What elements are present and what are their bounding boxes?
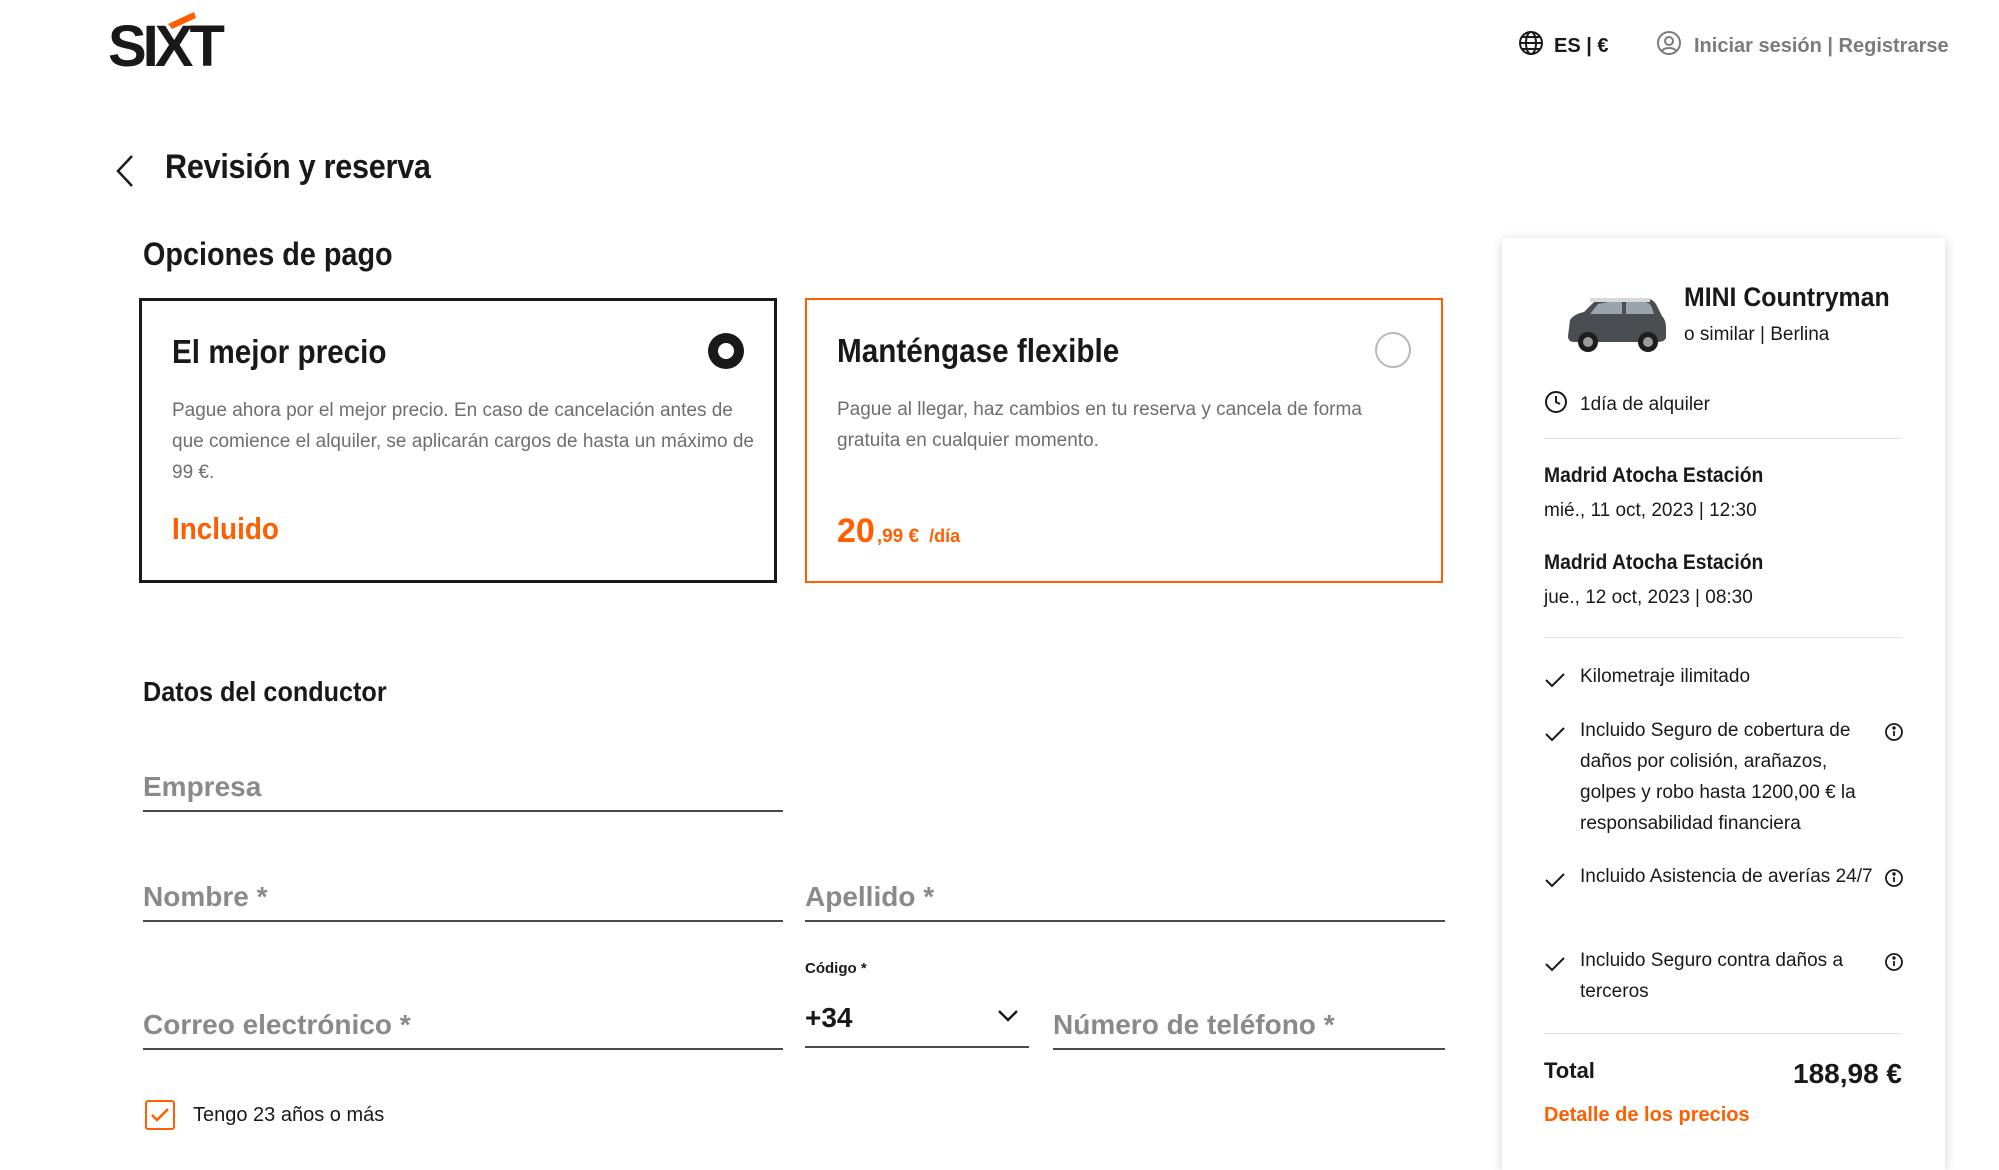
payment-option-title: El mejor precio [172, 333, 387, 370]
login-label: Iniciar sesión | Registrarse [1694, 34, 1949, 57]
flexible-price: 20 ,99 € /día [837, 512, 960, 551]
checkmark-icon [1544, 715, 1580, 839]
rental-duration-label: 1día de alquiler [1580, 394, 1710, 415]
phone-code-label: Código * [805, 960, 867, 977]
language-currency-label: ES | € [1554, 34, 1609, 57]
car-image [1560, 290, 1670, 360]
divider [1544, 637, 1902, 638]
phone-code-value: +34 [805, 1002, 853, 1033]
info-icon[interactable] [1884, 715, 1908, 839]
car-category: o similar | Berlina [1684, 324, 1830, 345]
feature-text: Incluido Seguro contra daños a terceros [1580, 950, 1844, 1002]
back-arrow-icon[interactable] [110, 152, 140, 190]
user-icon [1656, 30, 1682, 62]
price-per-day: /día [929, 526, 961, 546]
return-datetime: jue., 12 oct, 2023 | 08:30 [1544, 587, 1753, 608]
price-integer: 20 [837, 512, 875, 550]
total-value: 188,98 € [1793, 1058, 1902, 1089]
radio-unselected[interactable] [1375, 332, 1411, 368]
company-field[interactable] [143, 752, 783, 812]
feature-item: Kilometraje ilimitado [1544, 661, 1908, 698]
clock-icon [1544, 390, 1568, 420]
payment-options-title: Opciones de pago [143, 236, 393, 272]
radio-selected[interactable] [708, 333, 744, 369]
age-checkbox-label: Tengo 23 años o más [193, 1103, 385, 1126]
divider [1544, 1033, 1902, 1034]
last-name-field[interactable] [805, 862, 1445, 922]
payment-option-title: Manténgase flexible [837, 332, 1120, 369]
svg-text:SIXT: SIXT [108, 14, 224, 74]
booking-summary-panel [1502, 238, 1945, 1170]
info-icon[interactable] [1884, 861, 1908, 898]
login-register-link[interactable]: Iniciar sesión | Registrarse [1656, 30, 1949, 62]
first-name-input[interactable] [143, 862, 783, 918]
first-name-field[interactable] [143, 862, 783, 922]
globe-icon [1518, 30, 1544, 62]
price-details-link[interactable]: Detalle de los precios [1544, 1104, 1750, 1127]
feature-item: Incluido Seguro de cobertura de daños po… [1544, 715, 1908, 839]
divider [1544, 438, 1902, 439]
payment-option-best-price[interactable]: El mejor precio Pague ahora por el mejor… [139, 298, 777, 583]
page-title: Revisión y reserva [165, 148, 431, 186]
pickup-location: Madrid Atocha Estación [1544, 464, 1764, 487]
payment-option-description: Pague al llegar, haz cambios en tu reser… [837, 399, 1362, 451]
payment-option-flexible[interactable]: Manténgase flexible Pague al llegar, haz… [805, 298, 1443, 583]
phone-field[interactable] [1053, 990, 1445, 1050]
checkmark-icon [1544, 861, 1580, 898]
checkmark-icon [1544, 945, 1580, 1007]
payment-option-description: Pague ahora por el mejor precio. En caso… [172, 400, 754, 483]
total-label: Total [1544, 1058, 1595, 1083]
price-decimal: ,99 € [876, 526, 920, 547]
email-field[interactable] [143, 990, 783, 1050]
rental-duration: 1día de alquiler [1544, 390, 1710, 420]
chevron-down-icon [997, 1009, 1019, 1028]
last-name-input[interactable] [805, 862, 1445, 918]
sixt-logo[interactable]: SIXT [106, 10, 246, 79]
return-location: Madrid Atocha Estación [1544, 551, 1764, 574]
feature-item: Incluido Seguro contra daños a terceros [1544, 945, 1908, 1007]
age-checkbox[interactable] [145, 1100, 175, 1130]
feature-item: Incluido Asistencia de averías 24/7 [1544, 861, 1908, 898]
company-input[interactable] [143, 752, 783, 808]
pickup-datetime: mié., 11 oct, 2023 | 12:30 [1544, 500, 1757, 521]
checkmark-icon [1544, 661, 1580, 698]
included-label: Incluido [172, 511, 279, 546]
email-input[interactable] [143, 990, 783, 1046]
info-icon[interactable] [1884, 945, 1908, 1007]
phone-input[interactable] [1053, 990, 1445, 1046]
age-confirmation[interactable]: Tengo 23 años o más [145, 1100, 384, 1130]
feature-text: Incluido Asistencia de averías 24/7 [1580, 866, 1873, 887]
feature-text: Kilometraje ilimitado [1580, 666, 1751, 687]
driver-data-title: Datos del conductor [143, 676, 387, 707]
language-currency-selector[interactable]: ES | € [1518, 30, 1609, 62]
car-name: MINI Countryman [1684, 282, 1890, 312]
phone-code-select[interactable]: +34 [805, 990, 1029, 1048]
feature-text: Incluido Seguro de cobertura de daños po… [1580, 720, 1856, 834]
